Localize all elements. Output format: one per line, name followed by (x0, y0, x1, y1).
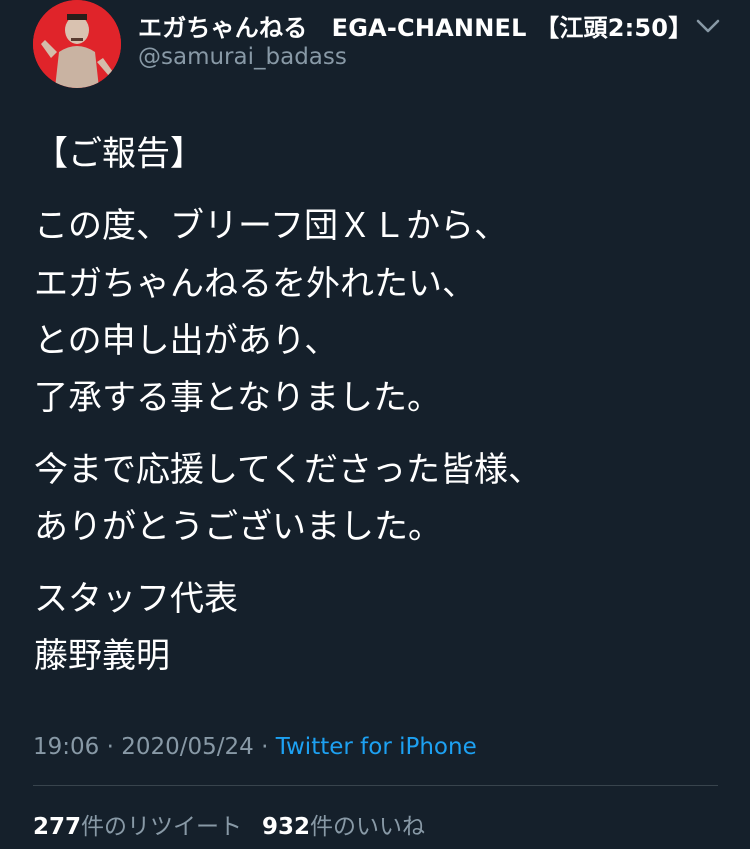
likes-stat[interactable]: 932件のいいね (262, 814, 425, 840)
tweet-stats: 277件のリツイート 932件のいいね (33, 807, 425, 841)
tweet-detail: エガちゃんねる EGA-CHANNEL 【江頭2:50】 @samurai_ba… (0, 0, 750, 849)
tweet-text-line: 今まで応援してくださった皆様、 (34, 450, 542, 490)
tweet-text-line: ありがとうございました。 (34, 507, 442, 547)
avatar-image (33, 0, 121, 88)
divider (33, 785, 718, 786)
tweet-text-line: この度、ブリーフ団ＸＬから、 (34, 206, 508, 246)
tweet-text-line: スタッフ代表 (34, 579, 238, 619)
tweet-text-line: エガちゃんねるを外れたい、 (34, 264, 476, 304)
tweet-text-line: 藤野義明 (34, 636, 170, 676)
author-name[interactable]: エガちゃんねる EGA-CHANNEL 【江頭2:50】 (138, 8, 692, 43)
likes-count: 932 (262, 814, 311, 840)
tweet-text-line: 了承する事となりました。 (34, 378, 441, 418)
tweet-date[interactable]: 2020/05/24 (121, 734, 254, 760)
retweets-stat[interactable]: 277件のリツイート (33, 814, 242, 840)
meta-separator: · (99, 734, 122, 760)
avatar[interactable] (33, 0, 121, 88)
tweet-meta: 19:06 · 2020/05/24 · Twitter for iPhone (33, 734, 477, 760)
author-handle[interactable]: @samurai_badass (138, 44, 347, 70)
likes-label: 件のいいね (310, 814, 426, 840)
tweet-text-line: との申し出があり、 (34, 321, 339, 361)
tweet-source-link[interactable]: Twitter for iPhone (276, 734, 477, 760)
meta-separator: · (253, 734, 276, 760)
retweets-label: 件のリツイート (81, 814, 243, 840)
chevron-down-icon[interactable] (694, 14, 722, 38)
tweet-text-line: 【ご報告】 (34, 134, 204, 174)
tweet-time[interactable]: 19:06 (33, 734, 99, 760)
retweets-count: 277 (33, 814, 82, 840)
